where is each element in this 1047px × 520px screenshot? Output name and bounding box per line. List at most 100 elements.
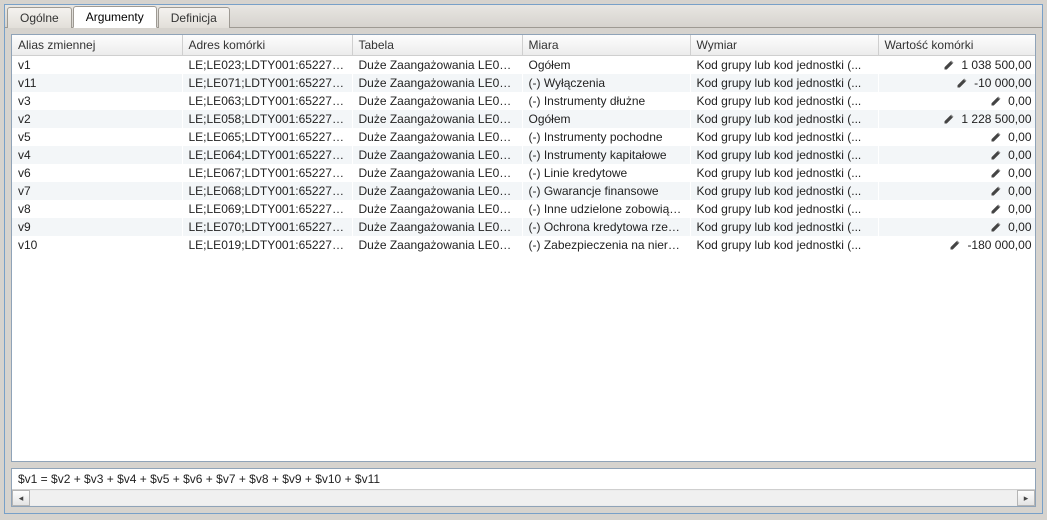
table-row[interactable]: v7LE;LE068;LDTY001:652272104;;EDuże Zaan… (12, 182, 1035, 200)
pencil-icon (990, 149, 1002, 161)
cell-dimension: Kod grupy lub kod jednostki (... (690, 110, 878, 128)
cell-alias: v6 (12, 164, 182, 182)
cell-table: Duże Zaangażowania LE01 (D... (352, 110, 522, 128)
cell-address: LE;LE023;LDTY001:652272104;;E (182, 56, 352, 74)
pencil-icon (990, 95, 1002, 107)
cell-table: Duże Zaangażowania LE01 (D... (352, 128, 522, 146)
tab-general[interactable]: Ogólne (7, 7, 72, 28)
cell-table: Duże Zaangażowania LE01 (D... (352, 146, 522, 164)
cell-measure: (-) Inne udzielone zobowiąza... (522, 200, 690, 218)
arguments-table: Alias zmiennej Adres komórki Tabela Miar… (12, 35, 1036, 56)
pencil-icon (990, 131, 1002, 143)
cell-measure: (-) Wyłączenia (522, 74, 690, 92)
cell-table: Duże Zaangażowania LE01 (D... (352, 164, 522, 182)
table-row[interactable]: v1LE;LE023;LDTY001:652272104;;EDuże Zaan… (12, 56, 1035, 74)
cell-value[interactable]: 0,00 (878, 128, 1035, 146)
table-row[interactable]: v2LE;LE058;LDTY001:652272104;;EDuże Zaan… (12, 110, 1035, 128)
cell-address: LE;LE063;LDTY001:652272104;;E (182, 92, 352, 110)
cell-alias: v5 (12, 128, 182, 146)
cell-dimension: Kod grupy lub kod jednostki (... (690, 182, 878, 200)
cell-alias: v2 (12, 110, 182, 128)
col-table[interactable]: Tabela (352, 35, 522, 56)
cell-measure: (-) Instrumenty dłużne (522, 92, 690, 110)
cell-address: LE;LE069;LDTY001:652272104;;E (182, 200, 352, 218)
cell-value[interactable]: 0,00 (878, 92, 1035, 110)
col-alias[interactable]: Alias zmiennej (12, 35, 182, 56)
col-dimension[interactable]: Wymiar (690, 35, 878, 56)
cell-dimension: Kod grupy lub kod jednostki (... (690, 56, 878, 74)
table-row[interactable]: v6LE;LE067;LDTY001:652272104;;EDuże Zaan… (12, 164, 1035, 182)
cell-value[interactable]: 0,00 (878, 146, 1035, 164)
cell-alias: v4 (12, 146, 182, 164)
cell-value[interactable]: 1 228 500,00 (878, 110, 1035, 128)
scroll-track[interactable] (30, 491, 1017, 505)
cell-measure: (-) Instrumenty pochodne (522, 128, 690, 146)
scroll-left-button[interactable]: ◂ (12, 490, 30, 506)
cell-table: Duże Zaangażowania LE01 (D... (352, 56, 522, 74)
scroll-right-button[interactable]: ▸ (1017, 490, 1035, 506)
cell-dimension: Kod grupy lub kod jednostki (... (690, 164, 878, 182)
cell-alias: v11 (12, 74, 182, 92)
table-row[interactable]: v8LE;LE069;LDTY001:652272104;;EDuże Zaan… (12, 200, 1035, 218)
cell-alias: v1 (12, 56, 182, 74)
formula-scrollbar[interactable]: ◂ ▸ (12, 489, 1035, 506)
table-row[interactable]: v9LE;LE070;LDTY001:652272104;;EDuże Zaan… (12, 218, 1035, 236)
table-row[interactable]: v5LE;LE065;LDTY001:652272104;;EDuże Zaan… (12, 128, 1035, 146)
cell-measure: (-) Gwarancje finansowe (522, 182, 690, 200)
cell-measure: (-) Linie kredytowe (522, 164, 690, 182)
pencil-icon (990, 185, 1002, 197)
cell-alias: v10 (12, 236, 182, 254)
pencil-icon (949, 239, 961, 251)
cell-table: Duże Zaangażowania LE01 (D... (352, 182, 522, 200)
formula-text[interactable]: $v1 = $v2 + $v3 + $v4 + $v5 + $v6 + $v7 … (12, 469, 1035, 489)
cell-dimension: Kod grupy lub kod jednostki (... (690, 218, 878, 236)
cell-table: Duże Zaangażowania LE01 (D... (352, 200, 522, 218)
cell-dimension: Kod grupy lub kod jednostki (... (690, 200, 878, 218)
cell-alias: v3 (12, 92, 182, 110)
cell-value[interactable]: 0,00 (878, 200, 1035, 218)
cell-address: LE;LE019;LDTY001:652272104;;E (182, 236, 352, 254)
tab-arguments[interactable]: Argumenty (73, 6, 157, 28)
cell-value[interactable]: 0,00 (878, 218, 1035, 236)
col-address[interactable]: Adres komórki (182, 35, 352, 56)
pencil-icon (943, 113, 955, 125)
tab-definition[interactable]: Definicja (158, 7, 230, 28)
cell-address: LE;LE058;LDTY001:652272104;;E (182, 110, 352, 128)
cell-value[interactable]: 0,00 (878, 164, 1035, 182)
cell-measure: Ogółem (522, 56, 690, 74)
table-header-row: Alias zmiennej Adres komórki Tabela Miar… (12, 35, 1036, 56)
cell-address: LE;LE068;LDTY001:652272104;;E (182, 182, 352, 200)
cell-address: LE;LE065;LDTY001:652272104;;E (182, 128, 352, 146)
pencil-icon (956, 77, 968, 89)
cell-dimension: Kod grupy lub kod jednostki (... (690, 146, 878, 164)
cell-address: LE;LE070;LDTY001:652272104;;E (182, 218, 352, 236)
cell-address: LE;LE064;LDTY001:652272104;;E (182, 146, 352, 164)
cell-table: Duże Zaangażowania LE01 (D... (352, 92, 522, 110)
cell-table: Duże Zaangażowania LE01 (D... (352, 218, 522, 236)
cell-address: LE;LE067;LDTY001:652272104;;E (182, 164, 352, 182)
cell-dimension: Kod grupy lub kod jednostki (... (690, 92, 878, 110)
table-row[interactable]: v10LE;LE019;LDTY001:652272104;;EDuże Zaa… (12, 236, 1035, 254)
cell-measure: (-) Zabezpieczenia na nieruch... (522, 236, 690, 254)
cell-value[interactable]: 0,00 (878, 182, 1035, 200)
table-row[interactable]: v11LE;LE071;LDTY001:652272104;;EDuże Zaa… (12, 74, 1035, 92)
cell-value[interactable]: -10 000,00 (878, 74, 1035, 92)
cell-value[interactable]: -180 000,00 (878, 236, 1035, 254)
pencil-icon (990, 167, 1002, 179)
pencil-icon (990, 221, 1002, 233)
table-row[interactable]: v4LE;LE064;LDTY001:652272104;;EDuże Zaan… (12, 146, 1035, 164)
table-row[interactable]: v3LE;LE063;LDTY001:652272104;;EDuże Zaan… (12, 92, 1035, 110)
pencil-icon (943, 59, 955, 71)
formula-bar: $v1 = $v2 + $v3 + $v4 + $v5 + $v6 + $v7 … (11, 468, 1036, 507)
col-value[interactable]: Wartość komórki (878, 35, 1036, 56)
pencil-icon (990, 203, 1002, 215)
app-window: Ogólne Argumenty Definicja Alias zmienne… (4, 4, 1043, 514)
col-measure[interactable]: Miara (522, 35, 690, 56)
cell-value[interactable]: 1 038 500,00 (878, 56, 1035, 74)
cell-table: Duże Zaangażowania LE01 (D... (352, 74, 522, 92)
cell-address: LE;LE071;LDTY001:652272104;;E (182, 74, 352, 92)
cell-measure: (-) Instrumenty kapitałowe (522, 146, 690, 164)
cell-dimension: Kod grupy lub kod jednostki (... (690, 128, 878, 146)
cell-measure: Ogółem (522, 110, 690, 128)
cell-table: Duże Zaangażowania LE01 (D... (352, 236, 522, 254)
